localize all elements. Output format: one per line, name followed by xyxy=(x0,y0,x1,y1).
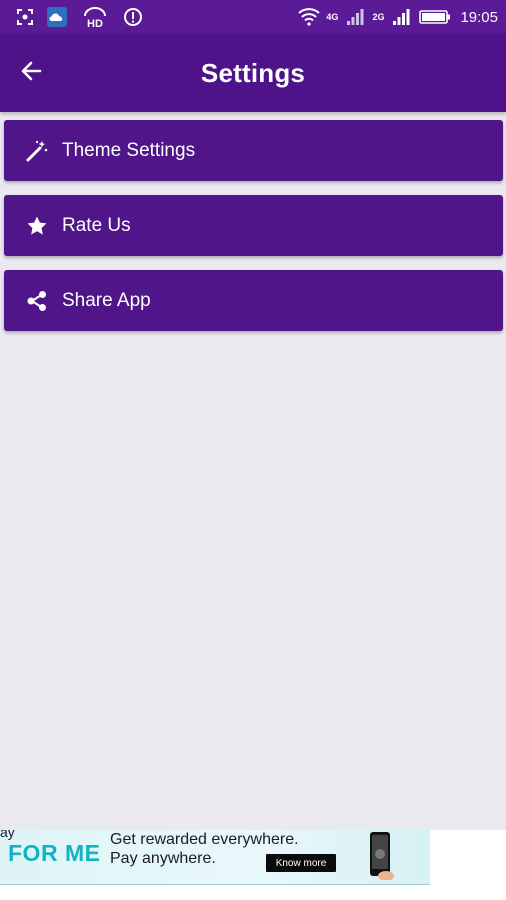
settings-menu: Theme Settings Rate Us Share App xyxy=(4,120,503,345)
menu-item-label: Theme Settings xyxy=(62,139,196,161)
menu-item-theme-settings[interactable]: Theme Settings xyxy=(4,120,503,181)
network-type-2: 2G xyxy=(372,11,385,22)
page-title: Settings xyxy=(200,58,306,88)
ad-headline: Get rewarded everywhere. xyxy=(110,831,299,848)
wifi-icon xyxy=(298,6,321,28)
phone-image-icon xyxy=(368,832,394,881)
signal-icon xyxy=(390,6,412,28)
ad-brand-fragment: ay xyxy=(0,830,15,840)
menu-item-label: Rate Us xyxy=(62,214,131,236)
menu-item-label: Share App xyxy=(62,289,151,311)
ad-banner[interactable]: ay FOR ME Get rewarded everywhere. Pay a… xyxy=(0,830,430,885)
star-icon xyxy=(26,215,48,237)
status-right-icons: 4G 2G 19:05 xyxy=(298,6,498,28)
screenshot-icon xyxy=(14,6,36,28)
hd-icon: HD xyxy=(78,6,112,28)
ad-brand: FOR ME xyxy=(8,840,101,866)
hd-badge-text: HD xyxy=(87,18,103,28)
status-time: 19:05 xyxy=(460,8,498,26)
signal-icon xyxy=(344,6,366,28)
battery-icon xyxy=(418,6,452,28)
app-bar: Settings xyxy=(0,34,506,112)
share-icon xyxy=(26,290,48,312)
ad-subline: Pay anywhere. xyxy=(110,850,216,867)
status-bar: HD 4G 2G 19:05 xyxy=(0,0,506,34)
magic-wand-icon xyxy=(26,140,48,162)
alert-circle-icon xyxy=(122,6,144,28)
network-type-1: 4G xyxy=(326,11,339,22)
menu-item-share-app[interactable]: Share App xyxy=(4,270,503,331)
menu-item-rate-us[interactable]: Rate Us xyxy=(4,195,503,256)
status-left-icons: HD xyxy=(14,6,144,28)
ad-cta-button[interactable]: Know more xyxy=(266,854,336,872)
cloud-app-icon xyxy=(46,6,68,28)
